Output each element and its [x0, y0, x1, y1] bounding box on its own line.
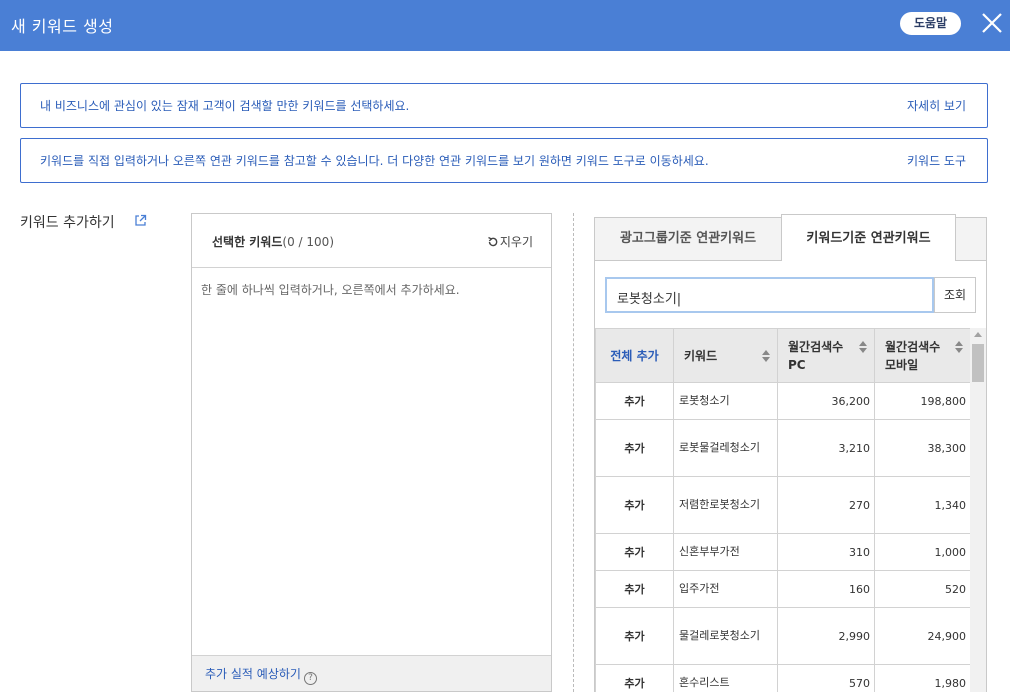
- add-keyword-button[interactable]: 추가: [595, 570, 674, 608]
- add-keyword-button[interactable]: 추가: [595, 664, 674, 692]
- panel-divider: [573, 213, 574, 692]
- mobile-searches-cell: 1,980: [874, 664, 971, 692]
- learn-more-link[interactable]: 자세히 보기: [907, 97, 966, 114]
- keyword-tool-link[interactable]: 키워드 도구: [907, 152, 966, 169]
- related-keywords-table: 전체 추가 키워드 월간검색수 PC 월간검색수모바일 추가 로봇청소기 36,2…: [595, 328, 971, 692]
- close-icon[interactable]: [980, 11, 1004, 35]
- scroll-up-icon[interactable]: [974, 332, 982, 337]
- add-all-button[interactable]: 전체 추가: [595, 328, 674, 383]
- related-keywords-body: 로봇청소기| 조회 전체 추가 키워드 월간검색수 PC 월간검색수모바일 추가: [595, 261, 986, 692]
- selected-keywords-panel: 선택한 키워드(0 / 100) 지우기 한 줄에 하나씩 입력하거나, 오른쪽…: [191, 213, 552, 692]
- table-row: 추가 혼수리스트 570 1,980: [595, 664, 971, 692]
- keyword-cell: 로봇물걸레청소기: [673, 419, 778, 477]
- table-row: 추가 입주가전 160 520: [595, 570, 971, 608]
- sort-icon[interactable]: [762, 349, 770, 362]
- pc-searches-cell: 160: [777, 570, 875, 608]
- column-mobile-searches[interactable]: 월간검색수모바일: [874, 328, 971, 383]
- pc-searches-cell: 270: [777, 476, 875, 534]
- selected-keywords-count: (0 / 100): [282, 235, 334, 249]
- tab-keyword-related[interactable]: 키워드기준 연관키워드: [781, 214, 956, 262]
- keyword-cell: 입주가전: [673, 570, 778, 608]
- selected-keywords-footer: 추가 실적 예상하기?: [192, 655, 551, 691]
- clear-button[interactable]: 지우기: [487, 233, 533, 250]
- keyword-cell: 물걸레로봇청소기: [673, 607, 778, 665]
- forecast-link[interactable]: 추가 실적 예상하기?: [205, 665, 317, 685]
- tab-bar-filler: [956, 218, 987, 261]
- column-mobile-line1: 월간검색수: [885, 339, 941, 354]
- mobile-searches-cell: 198,800: [874, 382, 971, 420]
- pc-searches-cell: 36,200: [777, 382, 875, 420]
- search-button[interactable]: 조회: [934, 277, 976, 313]
- pc-searches-cell: 3,210: [777, 419, 875, 477]
- info-message: 내 비즈니스에 관심이 있는 잠재 고객이 검색할 만한 키워드를 선택하세요.: [40, 99, 410, 113]
- column-pc-line1: 월간검색수: [788, 339, 844, 354]
- mobile-searches-cell: 24,900: [874, 607, 971, 665]
- mobile-searches-cell: 1,000: [874, 533, 971, 571]
- help-button[interactable]: 도움말: [900, 12, 961, 35]
- selected-keywords-header: 선택한 키워드(0 / 100) 지우기: [192, 214, 551, 268]
- keyword-cell: 혼수리스트: [673, 664, 778, 692]
- selected-keywords-title: 선택한 키워드(0 / 100): [212, 233, 334, 250]
- tab-adgroup-related[interactable]: 광고그룹기준 연관키워드: [595, 218, 781, 261]
- external-link-icon[interactable]: [134, 214, 147, 227]
- scrollbar-thumb[interactable]: [972, 344, 984, 382]
- column-mobile-line2: 모바일: [885, 357, 919, 372]
- info-message: 키워드를 직접 입력하거나 오른쪽 연관 키워드를 참고할 수 있습니다. 더 …: [40, 154, 709, 168]
- table-header-row: 전체 추가 키워드 월간검색수 PC 월간검색수모바일: [595, 328, 971, 383]
- pc-searches-cell: 2,990: [777, 607, 875, 665]
- column-keyword-label: 키워드: [684, 349, 718, 363]
- table-row: 추가 로봇청소기 36,200 198,800: [595, 382, 971, 420]
- add-keyword-button[interactable]: 추가: [595, 419, 674, 477]
- table-row: 추가 물걸레로봇청소기 2,990 24,900: [595, 607, 971, 665]
- info-box-select-keywords: 내 비즈니스에 관심이 있는 잠재 고객이 검색할 만한 키워드를 선택하세요.…: [20, 83, 988, 128]
- modal-header: 새 키워드 생성 도움말: [0, 0, 1010, 51]
- keyword-cell: 저렴한로봇청소기: [673, 476, 778, 534]
- selected-keywords-title-text: 선택한 키워드: [212, 235, 283, 249]
- sort-icon[interactable]: [955, 341, 963, 353]
- mobile-searches-cell: 38,300: [874, 419, 971, 477]
- clear-label: 지우기: [499, 235, 533, 249]
- add-keyword-button[interactable]: 추가: [595, 382, 674, 420]
- keyword-cell: 로봇청소기: [673, 382, 778, 420]
- add-keyword-button[interactable]: 추가: [595, 607, 674, 665]
- keyword-search-input[interactable]: 로봇청소기|: [605, 277, 934, 313]
- column-pc-searches[interactable]: 월간검색수 PC: [777, 328, 875, 383]
- table-row: 추가 로봇물걸레청소기 3,210 38,300: [595, 419, 971, 477]
- keyword-textarea-placeholder[interactable]: 한 줄에 하나씩 입력하거나, 오른쪽에서 추가하세요.: [201, 281, 460, 298]
- column-keyword[interactable]: 키워드: [673, 328, 778, 383]
- sort-icon[interactable]: [859, 341, 867, 353]
- related-keywords-panel: 광고그룹기준 연관키워드 키워드기준 연관키워드 로봇청소기| 조회 전체 추가…: [594, 214, 987, 692]
- column-pc-line2: PC: [788, 357, 806, 372]
- keyword-cell: 신혼부부가전: [673, 533, 778, 571]
- refresh-icon: [488, 236, 498, 246]
- add-keyword-button[interactable]: 추가: [595, 476, 674, 534]
- add-keyword-button[interactable]: 추가: [595, 533, 674, 571]
- question-icon[interactable]: ?: [303, 672, 317, 685]
- info-box-keyword-tool: 키워드를 직접 입력하거나 오른쪽 연관 키워드를 참고할 수 있습니다. 더 …: [20, 138, 988, 183]
- mobile-searches-cell: 1,340: [874, 476, 971, 534]
- pc-searches-cell: 310: [777, 533, 875, 571]
- table-row: 추가 신혼부부가전 310 1,000: [595, 533, 971, 571]
- add-keywords-label: 키워드 추가하기: [20, 215, 115, 231]
- table-row: 추가 저렴한로봇청소기 270 1,340: [595, 476, 971, 534]
- modal-title: 새 키워드 생성: [11, 17, 114, 36]
- table-scrollbar[interactable]: [970, 328, 986, 692]
- mobile-searches-cell: 520: [874, 570, 971, 608]
- forecast-label: 추가 실적 예상하기: [205, 667, 301, 681]
- pc-searches-cell: 570: [777, 664, 875, 692]
